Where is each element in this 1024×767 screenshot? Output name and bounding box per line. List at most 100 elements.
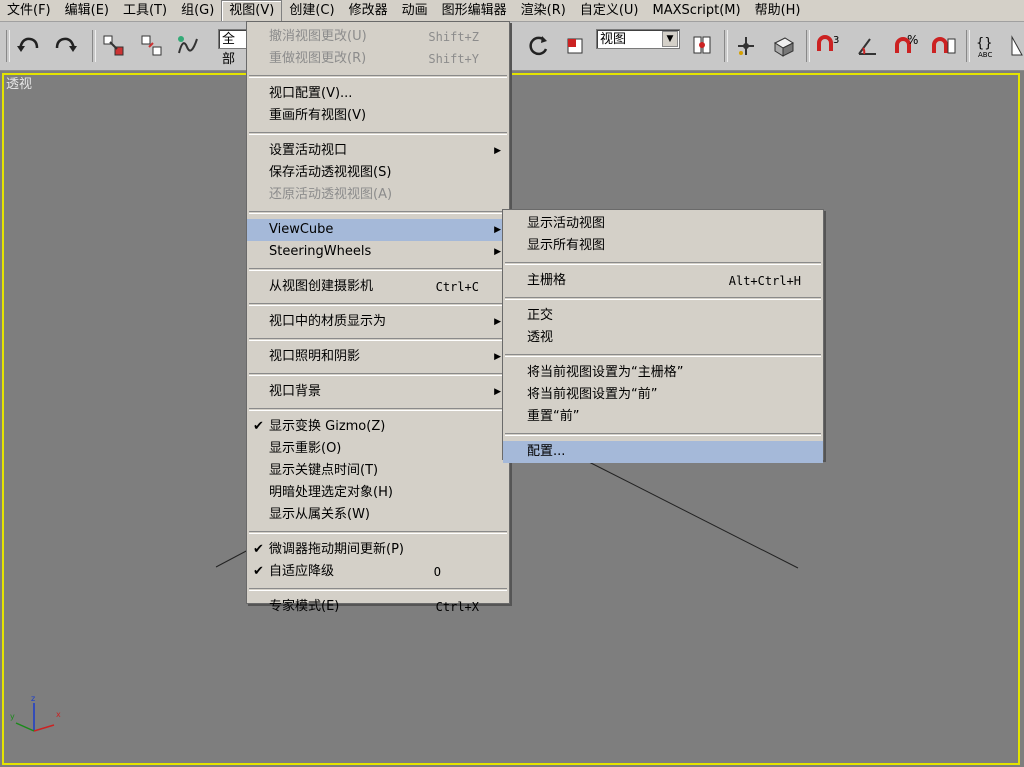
menu-item-label: 显示所有视图 — [527, 238, 606, 253]
save-active-perspective-item[interactable]: 保存活动透视视图(S) — [247, 162, 509, 184]
menu-graph-editors[interactable]: 图形编辑器 — [435, 0, 514, 21]
svg-text:z: z — [31, 694, 35, 703]
menu-item-label: 视口背景 — [269, 384, 322, 399]
menu-item-label: 主栅格 — [527, 273, 567, 288]
svg-text:ABC: ABC — [978, 51, 992, 59]
redo-view-change-item[interactable]: 重做视图更改(R) Shift+Y — [247, 48, 509, 70]
menu-item-label: 重画所有视图(V) — [269, 108, 367, 123]
menu-group[interactable]: 组(G) — [174, 0, 221, 21]
snaps-toggle-icon[interactable]: 3 — [814, 32, 842, 60]
views-menu-dropdown: 撤消视图更改(U) Shift+Z 重做视图更改(R) Shift+Y 视口配置… — [246, 21, 510, 614]
edit-named-selection-icon[interactable]: {} ABC — [974, 32, 1002, 60]
menu-item-shortcut: O — [433, 565, 441, 579]
update-during-spinner-drag-item[interactable]: ✔ 微调器拖动期间更新(P) — [247, 539, 509, 561]
reference-coordinate-value: 视图 — [600, 32, 627, 47]
viewport-background-item[interactable]: 视口背景 ▶ — [247, 381, 509, 403]
menu-separator — [249, 303, 507, 306]
restore-active-perspective-item[interactable]: 还原活动透视视图(A) — [247, 184, 509, 206]
menu-separator — [505, 262, 821, 265]
spinner-snap-icon[interactable] — [930, 32, 958, 60]
checkmark-icon: ✔ — [253, 542, 264, 557]
menu-item-label: 显示活动视图 — [527, 216, 606, 231]
set-current-view-as-front-item[interactable]: 将当前视图设置为“前” — [503, 384, 823, 406]
redo-icon[interactable] — [52, 32, 80, 60]
menu-item-label: ViewCube — [269, 222, 334, 237]
checkmark-icon: ✔ — [253, 419, 264, 434]
shade-selected-item[interactable]: 明暗处理选定对象(H) — [247, 482, 509, 504]
redraw-all-views-item[interactable]: 重画所有视图(V) — [247, 105, 509, 127]
submenu-arrow-icon: ▶ — [494, 247, 501, 257]
show-key-times-item[interactable]: 显示关键点时间(T) — [247, 460, 509, 482]
menu-item-label: 明暗处理选定对象(H) — [269, 485, 393, 500]
menu-modifiers[interactable]: 修改器 — [342, 0, 395, 21]
mirror-icon[interactable] — [1004, 32, 1024, 60]
show-ghosting-item[interactable]: 显示重影(O) — [247, 438, 509, 460]
material-display-item[interactable]: 视口中的材质显示为 ▶ — [247, 311, 509, 333]
set-current-view-as-home-item[interactable]: 将当前视图设置为“主栅格” — [503, 362, 823, 384]
chevron-down-icon[interactable]: ▼ — [662, 31, 678, 47]
lighting-shadows-item[interactable]: 视口照明和阴影 ▶ — [247, 346, 509, 368]
menu-separator — [249, 132, 507, 135]
submenu-arrow-icon: ▶ — [494, 317, 501, 327]
svg-text:%: % — [907, 33, 918, 47]
toolbar-separator — [966, 30, 970, 62]
bind-to-space-warp-icon[interactable] — [174, 32, 202, 60]
menu-animation[interactable]: 动画 — [395, 0, 435, 21]
menu-item-shortcut: Alt+Ctrl+H — [728, 274, 801, 288]
menu-item-label: 显示从属关系(W) — [269, 507, 370, 522]
reference-coordinate-dropdown[interactable]: 视图 ▼ — [596, 29, 680, 49]
keyboard-shortcut-override-icon[interactable] — [770, 32, 798, 60]
orthographic-item[interactable]: 正交 — [503, 305, 823, 327]
menu-separator — [249, 75, 507, 78]
menu-item-label: 配置... — [527, 444, 566, 459]
undo-view-change-item[interactable]: 撤消视图更改(U) Shift+Z — [247, 26, 509, 48]
configure-item[interactable]: 配置... — [503, 441, 823, 463]
pivot-point-center-icon[interactable] — [688, 32, 716, 60]
show-for-active-view-item[interactable]: 显示活动视图 — [503, 213, 823, 235]
toolbar-separator — [92, 30, 96, 62]
checkmark-icon: ✔ — [253, 564, 264, 579]
home-grid-item[interactable]: 主栅格 Alt+Ctrl+H — [503, 270, 823, 292]
menu-separator — [249, 268, 507, 271]
menu-help[interactable]: 帮助(H) — [748, 0, 808, 21]
angle-snap-icon[interactable] — [854, 32, 882, 60]
show-for-all-views-item[interactable]: 显示所有视图 — [503, 235, 823, 257]
toolbar-separator — [724, 30, 728, 62]
percent-snap-icon[interactable]: % — [892, 32, 920, 60]
select-and-link-icon[interactable] — [100, 32, 128, 60]
reset-front-item[interactable]: 重置“前” — [503, 406, 823, 428]
svg-text:3: 3 — [833, 35, 839, 46]
show-dependencies-item[interactable]: 显示从属关系(W) — [247, 504, 509, 526]
menu-separator — [505, 433, 821, 436]
axis-tripod-icon: z x y — [10, 694, 61, 732]
menu-item-shortcut: Shift+Z — [428, 30, 479, 44]
manipulate-icon[interactable] — [732, 32, 760, 60]
menu-create[interactable]: 创建(C) — [282, 0, 341, 21]
menu-customize[interactable]: 自定义(U) — [573, 0, 646, 21]
steeringwheels-item[interactable]: SteeringWheels ▶ — [247, 241, 509, 263]
unlink-selection-icon[interactable] — [138, 32, 166, 60]
perspective-item[interactable]: 透视 — [503, 327, 823, 349]
create-camera-from-view-item[interactable]: 从视图创建摄影机 Ctrl+C — [247, 276, 509, 298]
menu-edit[interactable]: 编辑(E) — [58, 0, 116, 21]
menu-item-shortcut: Shift+Y — [428, 52, 479, 66]
menu-separator — [249, 373, 507, 376]
viewport-configuration-item[interactable]: 视口配置(V)... — [247, 83, 509, 105]
menu-item-shortcut: Ctrl+C — [435, 280, 479, 294]
menu-views[interactable]: 视图(V) — [221, 0, 283, 21]
expert-mode-item[interactable]: 专家模式(E) Ctrl+X — [247, 596, 509, 618]
set-active-viewport-item[interactable]: 设置活动视口 ▶ — [247, 140, 509, 162]
menu-rendering[interactable]: 渲染(R) — [514, 0, 573, 21]
menu-file[interactable]: 文件(F) — [0, 0, 58, 21]
menu-tools[interactable]: 工具(T) — [116, 0, 174, 21]
viewcube-item[interactable]: ViewCube ▶ — [247, 219, 509, 241]
selection-filter-dropdown[interactable]: 全部 — [218, 29, 248, 67]
adaptive-degradation-item[interactable]: ✔ 自适应降级 O — [247, 561, 509, 583]
menu-separator — [249, 338, 507, 341]
undo-icon[interactable] — [14, 32, 42, 60]
scale-icon[interactable] — [562, 32, 590, 60]
rotate-icon[interactable] — [524, 32, 552, 60]
show-transform-gizmo-item[interactable]: ✔ 显示变换 Gizmo(Z) — [247, 416, 509, 438]
menu-item-label: 从视图创建摄影机 — [269, 279, 374, 294]
menu-maxscript[interactable]: MAXScript(M) — [645, 0, 747, 21]
